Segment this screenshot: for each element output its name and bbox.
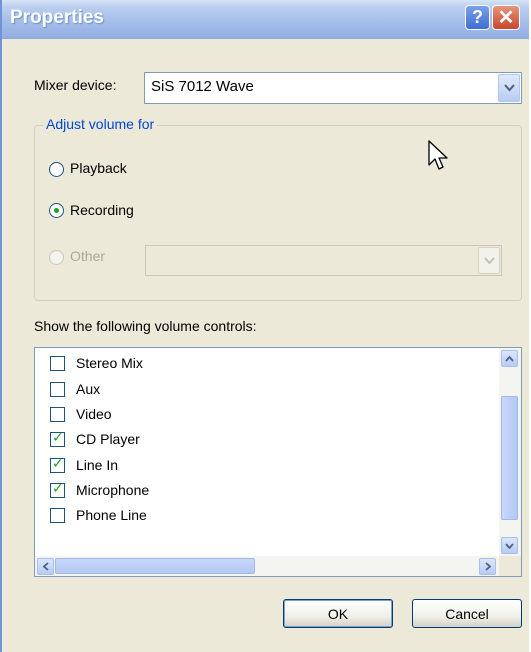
- cd-player-checkbox[interactable]: ✓: [50, 429, 65, 447]
- playback-radio-label: Playback: [70, 160, 127, 176]
- checkmark-icon: ✓: [52, 429, 64, 445]
- other-device-select: [145, 245, 502, 276]
- ok-button[interactable]: OK: [283, 599, 393, 628]
- other-radio-label: Other: [70, 248, 106, 264]
- close-button[interactable]: ✕: [492, 5, 520, 30]
- chevron-left-icon[interactable]: [37, 558, 54, 575]
- horizontal-scrollbar[interactable]: [35, 556, 499, 576]
- video-checkbox[interactable]: [50, 407, 65, 422]
- line-in-checkbox[interactable]: ✓: [50, 455, 65, 473]
- mixer-device-label: Mixer device:: [34, 77, 117, 93]
- vertical-scrollbar[interactable]: [499, 348, 521, 556]
- window-title: Properties: [10, 7, 104, 28]
- mouse-pointer-icon: [428, 140, 448, 170]
- help-button[interactable]: ?: [465, 5, 490, 30]
- list-item-label: CD Player: [76, 431, 140, 447]
- phone-line-checkbox[interactable]: [50, 508, 65, 523]
- playback-radio[interactable]: [49, 162, 64, 177]
- cancel-button[interactable]: Cancel: [412, 599, 522, 628]
- chevron-down-icon[interactable]: [501, 537, 518, 554]
- recording-radio-label: Recording: [70, 202, 134, 218]
- list-item-label: Aux: [76, 381, 101, 397]
- horizontal-scroll-thumb[interactable]: [55, 558, 255, 574]
- properties-dialog: Properties ? ✕ Mixer device: SiS 7012 Wa…: [0, 0, 529, 652]
- checkmark-icon: ✓: [52, 455, 64, 471]
- chevron-down-icon[interactable]: [498, 74, 520, 102]
- recording-radio[interactable]: [49, 203, 64, 218]
- microphone-checkbox[interactable]: ✓: [50, 480, 65, 498]
- checkmark-icon: ✓: [52, 480, 64, 496]
- chevron-right-icon[interactable]: [479, 558, 496, 575]
- mixer-device-select[interactable]: SiS 7012 Wave: [144, 72, 522, 104]
- mixer-device-value: SiS 7012 Wave: [151, 78, 254, 95]
- list-item-label: Microphone: [76, 482, 150, 498]
- radio-selected-dot: [54, 208, 59, 213]
- other-radio: [49, 250, 64, 265]
- chevron-up-icon[interactable]: [501, 350, 518, 367]
- list-item-label: Stereo Mix: [76, 355, 143, 371]
- scrollbar-corner: [499, 556, 521, 576]
- volume-controls-list[interactable]: Stereo Mix Aux Video ✓ CD Player ✓ Line …: [34, 347, 522, 577]
- stereo-mix-checkbox[interactable]: [50, 356, 65, 371]
- vertical-scroll-thumb[interactable]: [501, 396, 518, 520]
- chevron-down-icon: [478, 247, 500, 274]
- aux-checkbox[interactable]: [50, 382, 65, 397]
- volume-controls-label: Show the following volume controls:: [34, 318, 257, 334]
- adjust-volume-group-title: Adjust volume for: [43, 116, 158, 132]
- title-bar[interactable]: Properties ? ✕: [2, 0, 529, 39]
- list-item-label: Phone Line: [76, 507, 147, 523]
- list-item-label: Video: [76, 406, 112, 422]
- list-item-label: Line In: [76, 457, 119, 473]
